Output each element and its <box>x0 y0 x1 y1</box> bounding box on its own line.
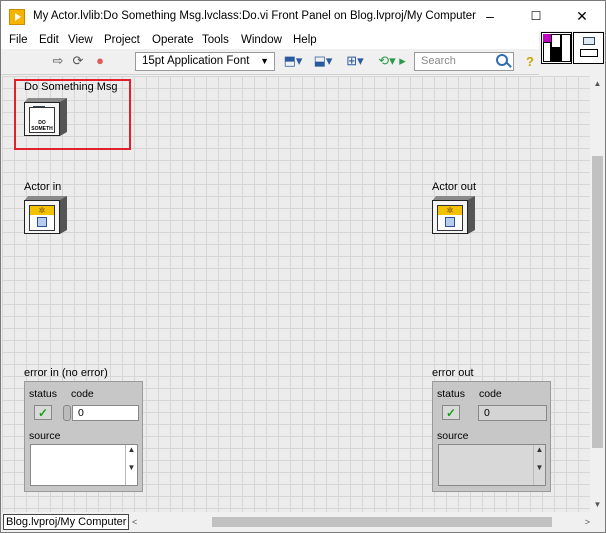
gear-icon: ✲ <box>30 206 54 215</box>
menu-project[interactable]: Project <box>104 34 140 46</box>
window-title: My Actor.lvlib:Do Something Msg.lvclass:… <box>33 10 476 22</box>
vertical-scroll-thumb[interactable] <box>592 156 603 448</box>
class-cube-icon <box>37 217 47 227</box>
menu-operate[interactable]: Operate <box>152 34 194 46</box>
class-cube-icon <box>445 217 455 227</box>
error-out-code-label: code <box>479 388 502 400</box>
menu-window[interactable]: Window <box>241 34 282 46</box>
error-in-source-scrollbar[interactable]: ▲ ▼ <box>125 445 137 485</box>
labview-app-icon <box>9 9 25 25</box>
search-icon[interactable] <box>496 54 508 66</box>
do-something-msg-label: Do Something Msg <box>24 81 118 93</box>
abort-icon[interactable]: ● <box>91 53 109 69</box>
menu-help[interactable]: Help <box>293 34 317 46</box>
error-out-cluster[interactable]: status code ✓ 0 source ▲ ▼ <box>432 381 551 492</box>
error-in-source-label: source <box>29 430 61 442</box>
error-in-code-label: code <box>71 388 94 400</box>
scroll-up-icon[interactable]: ▲ <box>590 76 605 91</box>
scroll-left-icon[interactable]: < <box>132 514 146 530</box>
run-arrow-icon[interactable]: ⇨ <box>49 53 67 69</box>
status-bar: Blog.lvproj/My Computer < > <box>1 512 605 532</box>
menu-file[interactable]: File <box>9 34 28 46</box>
error-out-source-scrollbar[interactable]: ▲ ▼ <box>533 445 545 485</box>
error-out-source-label: source <box>437 430 469 442</box>
toolbar: ⇨ ⟳ ● 15pt Application Font ▼ ⬒▾ ⬓▾ ⊞▾ ⟲… <box>1 49 539 75</box>
help-icon[interactable]: ? <box>526 54 534 69</box>
actor-out-label: Actor out <box>432 181 477 193</box>
scroll-right-icon[interactable]: > <box>576 514 590 530</box>
minimize-button[interactable]: – <box>467 1 513 31</box>
horizontal-scroll-thumb[interactable] <box>212 517 552 527</box>
distribute-objects-icon[interactable]: ⬓▾ <box>309 53 337 69</box>
menu-tools[interactable]: Tools <box>202 34 229 46</box>
font-select[interactable]: 15pt Application Font ▼ <box>135 52 275 71</box>
reorder-icon[interactable]: ⟲▾ ▸ <box>375 53 409 69</box>
run-continuously-icon[interactable]: ⟳ <box>69 53 87 69</box>
menu-edit[interactable]: Edit <box>39 34 59 46</box>
actor-in-label: Actor in <box>24 181 62 193</box>
gear-icon: ✲ <box>438 206 462 215</box>
error-in-label: error in (no error) <box>24 367 108 379</box>
error-in-cluster[interactable]: status code ✓ 0 source ▲ ▼ <box>24 381 143 492</box>
front-panel[interactable]: Do Something Msg DO SOMETH Actor in ✲ Act… <box>2 76 590 512</box>
connector-pane[interactable] <box>541 32 572 64</box>
error-in-code-stepper[interactable] <box>63 405 71 421</box>
chevron-down-icon: ▼ <box>260 56 269 66</box>
error-out-source-field: ▲ ▼ <box>438 444 546 486</box>
context-path[interactable]: Blog.lvproj/My Computer <box>3 514 130 530</box>
menu-view[interactable]: View <box>68 34 93 46</box>
horizontal-scrollbar[interactable]: < > <box>132 514 590 530</box>
error-out-label: error out <box>432 367 474 379</box>
vi-icon[interactable] <box>573 32 604 64</box>
align-objects-icon[interactable]: ⬒▾ <box>279 53 307 69</box>
error-out-status-led: ✓ <box>442 405 460 420</box>
error-out-status-label: status <box>437 388 466 400</box>
error-in-status-led[interactable]: ✓ <box>34 405 52 420</box>
maximize-button[interactable]: ☐ <box>513 1 559 31</box>
scroll-down-icon[interactable]: ▼ <box>590 497 605 512</box>
actor-in-control[interactable]: ✲ <box>24 196 68 236</box>
actor-out-indicator[interactable]: ✲ <box>432 196 476 236</box>
resize-objects-icon[interactable]: ⊞▾ <box>341 53 369 69</box>
title-bar: My Actor.lvlib:Do Something Msg.lvclass:… <box>1 1 605 31</box>
close-button[interactable]: ✕ <box>559 1 605 31</box>
error-in-code-field[interactable]: 0 <box>72 405 139 421</box>
vertical-scrollbar[interactable]: ▲ ▼ <box>590 76 605 512</box>
labview-window: My Actor.lvlib:Do Something Msg.lvclass:… <box>0 0 606 533</box>
error-in-source-field[interactable]: ▲ ▼ <box>30 444 138 486</box>
error-in-status-label: status <box>29 388 58 400</box>
error-out-code-field: 0 <box>478 405 547 421</box>
do-something-msg-control[interactable]: DO SOMETH <box>24 98 68 138</box>
menu-bar: File Edit View Project Operate Tools Win… <box>1 31 539 49</box>
